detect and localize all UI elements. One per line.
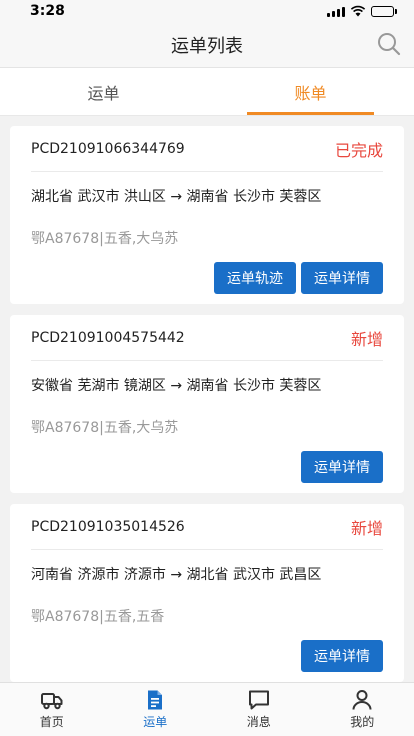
order-route: 湖北省 武汉市 洪山区 → 湖南省 长沙市 芙蓉区: [31, 189, 322, 205]
battery-icon: [371, 5, 397, 17]
order-card[interactable]: PCD21091004575442 新增 安徽省 芜湖市 镜湖区 → 湖南省 长…: [10, 315, 404, 493]
nav-bar: 运单列表: [0, 22, 414, 68]
order-card-header: PCD21091035014526 新增: [31, 504, 383, 550]
order-card-header: PCD21091004575442 新增: [31, 315, 383, 361]
order-vehicle: 鄂A87678|五香,五香: [31, 609, 165, 625]
wifi-icon: [350, 5, 366, 17]
order-status: 新增: [350, 329, 383, 349]
message-icon: [248, 690, 269, 710]
order-card-header: PCD21091066344769 已完成: [31, 126, 383, 172]
order-number: PCD21091035014526: [31, 518, 185, 535]
tabbar-profile[interactable]: 我的: [311, 683, 414, 736]
tabbar-home[interactable]: 首页: [0, 683, 104, 736]
status-time: 3:28: [30, 3, 65, 19]
search-icon[interactable]: [376, 31, 402, 57]
page-title: 运单列表: [171, 35, 243, 57]
order-status: 已完成: [334, 140, 383, 160]
order-route: 安徽省 芜湖市 镜湖区 → 湖南省 长沙市 芙蓉区: [31, 378, 322, 394]
bottom-tab-bar: 首页 运单 消息 我的: [0, 682, 414, 736]
tabbar-messages[interactable]: 消息: [207, 683, 311, 736]
waybill-detail-button[interactable]: 运单详情: [301, 640, 383, 672]
order-route: 河南省 济源市 济源市 → 湖北省 武汉市 武昌区: [31, 567, 322, 583]
order-vehicle: 鄂A87678|五香,大乌苏: [31, 231, 179, 247]
tabbar-profile-label: 我的: [350, 715, 375, 729]
waybill-detail-button[interactable]: 运单详情: [301, 262, 383, 294]
tab-bar-top: 运单 账单: [0, 68, 414, 116]
signal-icon: [327, 6, 345, 17]
tabbar-waybill[interactable]: 运单: [104, 683, 208, 736]
status-icons: [327, 5, 397, 17]
order-status: 新增: [350, 518, 383, 538]
status-bar: 3:28: [0, 0, 414, 22]
order-vehicle: 鄂A87678|五香,大乌苏: [31, 420, 179, 436]
tabbar-messages-label: 消息: [246, 715, 271, 729]
order-number: PCD21091004575442: [31, 329, 185, 346]
order-actions: 运单详情: [31, 638, 383, 682]
tab-waybill[interactable]: 运单: [0, 68, 207, 115]
user-icon: [352, 690, 372, 710]
order-actions: 运单轨迹 运单详情: [31, 260, 383, 304]
order-card[interactable]: PCD21091066344769 已完成 湖北省 武汉市 洪山区 → 湖南省 …: [10, 126, 404, 304]
order-card[interactable]: PCD21091035014526 新增 河南省 济源市 济源市 → 湖北省 武…: [10, 504, 404, 682]
order-list: PCD21091066344769 已完成 湖北省 武汉市 洪山区 → 湖南省 …: [0, 116, 414, 682]
document-icon: [148, 690, 163, 710]
waybill-track-button[interactable]: 运单轨迹: [214, 262, 296, 294]
truck-icon: [40, 693, 63, 710]
order-actions: 运单详情: [31, 449, 383, 493]
waybill-detail-button[interactable]: 运单详情: [301, 451, 383, 483]
tab-bill[interactable]: 账单: [207, 68, 414, 115]
tabbar-waybill-label: 运单: [143, 715, 168, 729]
tabbar-home-label: 首页: [39, 715, 64, 729]
order-number: PCD21091066344769: [31, 140, 185, 157]
